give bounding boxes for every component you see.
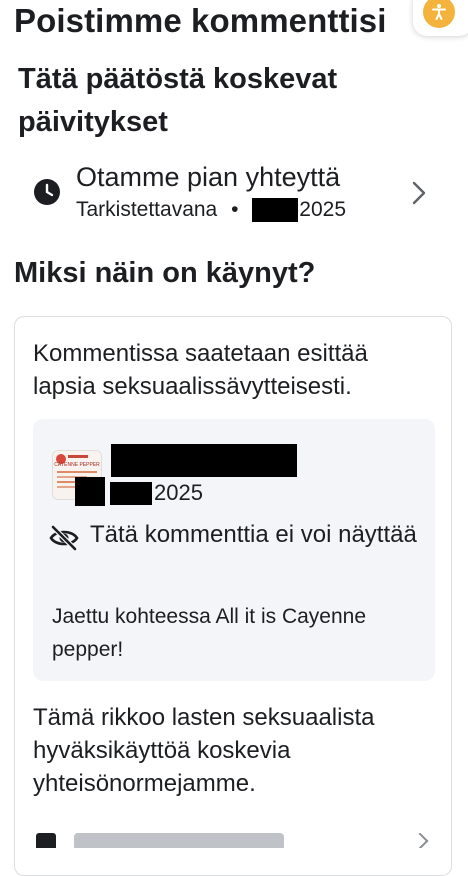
redacted-date [110, 482, 152, 505]
next-item-peek[interactable] [36, 833, 436, 848]
reason-card: Kommentissa saatetaan esittää lapsia sek… [14, 316, 452, 876]
redacted-detail [75, 477, 105, 506]
eye-slash-icon [49, 524, 79, 557]
accessibility-button[interactable] [413, 0, 468, 36]
chevron-right-icon [411, 833, 429, 848]
clock-icon [33, 178, 61, 211]
rule-text: Tämä rikkoo lasten seksuaalista hyväksik… [33, 704, 375, 797]
redacted-username [111, 444, 297, 477]
update-date-year: 2025 [299, 198, 347, 221]
redacted-date [252, 198, 299, 223]
svg-text:CAYENNE PEPPER: CAYENNE PEPPER [54, 462, 100, 468]
why-heading: Miksi näin on käynyt? [14, 257, 316, 289]
update-title: Otamme pian yhteyttä [76, 162, 341, 192]
update-item[interactable]: Otamme pian yhteyttä Tarkistettavana • 2… [0, 158, 468, 228]
shared-in-text: Jaettu kohteessa All it is Cayenne peppe… [52, 605, 367, 661]
update-subtitle: Tarkistettavana • 2025 [76, 198, 347, 223]
chevron-right-icon [411, 179, 427, 212]
hidden-comment-text: Tätä kommenttia ei voi näyttää [90, 521, 417, 548]
separator-dot: • [231, 198, 239, 221]
obscured-text [74, 833, 284, 848]
accessibility-person-icon [423, 0, 455, 28]
document-icon [36, 833, 56, 848]
comment-date-year: 2025 [154, 480, 203, 505]
comment-preview: CAYENNE PEPPER 2025 Tätä kommenttia ei v… [33, 419, 435, 681]
update-status: Tarkistettavana [76, 198, 218, 221]
reason-text: Kommentissa saatetaan esittää lapsia sek… [33, 340, 368, 400]
page-title: Poistimme kommenttisi [14, 2, 387, 39]
updates-heading: Tätä päätöstä koskevat päivitykset [18, 63, 338, 138]
